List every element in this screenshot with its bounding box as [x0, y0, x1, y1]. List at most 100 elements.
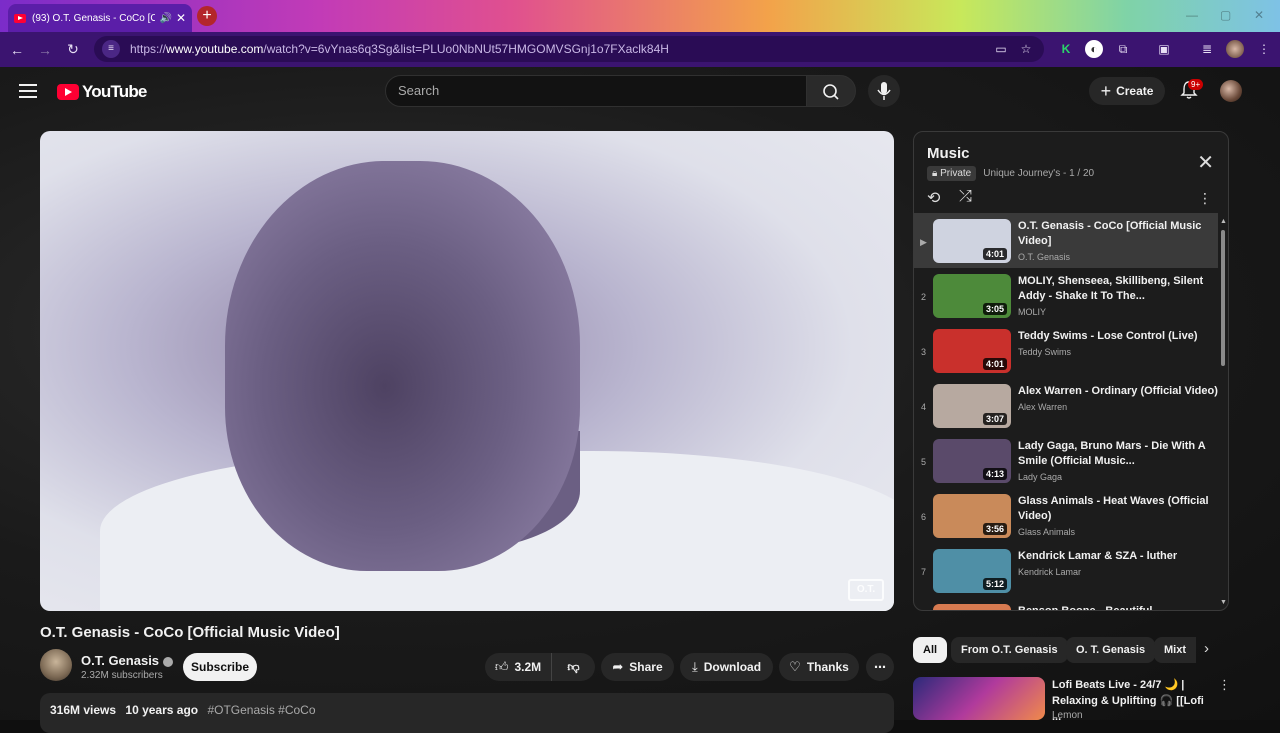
download-button[interactable]: ⤓ Download — [680, 653, 773, 681]
playlist-item[interactable]: Benson Boone - Beautiful — [914, 598, 1218, 610]
logo-text: YouTube — [82, 82, 147, 101]
channel-avatar[interactable] — [40, 649, 72, 681]
playlist-item[interactable]: 4 3:07 Alex Warren - Ordinary (Official Vi… — [914, 378, 1218, 433]
video-player[interactable]: O.T. — [40, 131, 894, 611]
description-box[interactable]: 316M views 10 years ago #OTGenasis #CoCo — [40, 693, 894, 733]
youtube-page: YouTube Search + Create 9+ O.T. O.T. Gen… — [0, 67, 1280, 733]
hamburger-menu-icon[interactable] — [19, 84, 37, 102]
tab-search-icon[interactable]: ▣ — [1155, 40, 1173, 58]
bookmark-star-icon[interactable]: ☆ — [1017, 40, 1035, 58]
recommended-thumbnail[interactable] — [913, 677, 1045, 720]
profile-avatar-icon[interactable] — [1226, 40, 1244, 58]
playlist-item-thumbnail[interactable]: 3:56 — [933, 494, 1011, 538]
media-controls-icon[interactable]: ≣ — [1198, 40, 1216, 58]
back-icon[interactable]: ← — [3, 42, 31, 58]
playlist-items: ▶ 4:01 O.T. Genasis - CoCo [Official Music… — [914, 213, 1218, 610]
search-button[interactable] — [806, 75, 856, 107]
loop-icon[interactable]: ⟲ — [927, 188, 940, 208]
playlist-item-thumbnail[interactable] — [933, 604, 1011, 610]
playlist-item-thumbnail[interactable]: 3:05 — [933, 274, 1011, 318]
playlist-item[interactable]: 5 4:13 Lady Gaga, Bruno Mars - Die With A … — [914, 433, 1218, 488]
shuffle-icon[interactable]: ⤮ — [959, 188, 972, 206]
channel-watermark[interactable]: O.T. — [848, 579, 884, 601]
chip-mix[interactable]: Mixt — [1154, 637, 1196, 663]
video-title: O.T. Genasis - CoCo [Official Music Vide… — [40, 624, 340, 641]
playlist-item-thumbnail[interactable]: 4:01 — [933, 329, 1011, 373]
chip-all[interactable]: All — [913, 637, 948, 663]
scroll-up-icon[interactable]: ▲ — [1220, 218, 1227, 225]
more-actions-button[interactable]: ⋯ — [866, 653, 894, 681]
voice-search-button[interactable] — [868, 75, 900, 107]
playlist-item-duration: 3:07 — [982, 413, 1007, 425]
close-playlist-icon[interactable]: ✕ — [1197, 150, 1214, 175]
close-tab-icon[interactable]: ✕ — [176, 11, 186, 25]
playlist-item-channel: Alex Warren — [1018, 402, 1068, 412]
playlist-item-index: 2 — [920, 292, 926, 302]
tab-title: (93) O.T. Genasis - CoCo [O — [32, 12, 156, 24]
new-tab-button[interactable]: + — [197, 6, 217, 26]
dislike-button[interactable]: 👎︎ — [552, 653, 595, 681]
scrollbar-thumb[interactable] — [1221, 230, 1225, 366]
recommended-channel[interactable]: Lemon — [1052, 710, 1083, 721]
playlist-item-title: MOLIY, Shenseea, Skillibeng, Silent Addy… — [1018, 275, 1204, 302]
playlist-item-title: Benson Boone - Beautiful — [1018, 604, 1218, 610]
search-input[interactable]: Search — [385, 75, 807, 107]
playlist-item-index: 4 — [920, 402, 926, 412]
share-icon: ➦ — [612, 659, 624, 674]
notification-count-badge: 9+ — [1188, 79, 1204, 90]
address-bar[interactable]: ≡ https://www.youtube.com/watch?v=6vYnas… — [94, 36, 1044, 62]
like-button[interactable]: 👍︎ 3.2M — [485, 653, 552, 681]
forward-icon[interactable]: → — [31, 42, 59, 58]
playlist-item-thumbnail[interactable]: 4:13 — [933, 439, 1011, 483]
extension-circle-icon[interactable]: ◐ — [1085, 40, 1103, 58]
browser-menu-icon[interactable]: ⋮ — [1255, 40, 1273, 58]
browser-tab[interactable]: (93) O.T. Genasis - CoCo [O 🔊 ✕ — [8, 4, 192, 32]
share-label: Share — [629, 660, 663, 674]
thanks-button[interactable]: ♡ Thanks — [779, 653, 859, 681]
playlist-scrollbar[interactable]: ▲ ▼ — [1220, 218, 1227, 606]
hashtags[interactable]: #OTGenasis #CoCo — [207, 703, 315, 717]
extension-k-icon[interactable]: K — [1057, 40, 1075, 58]
playlist-item-duration: 3:05 — [982, 303, 1007, 315]
playlist-more-icon[interactable]: ⋮ — [1198, 190, 1212, 207]
reload-icon[interactable]: ↻ — [59, 41, 87, 58]
site-info-icon[interactable]: ≡ — [102, 40, 120, 58]
chips-next-icon[interactable]: › — [1204, 640, 1209, 657]
url-prefix: https:// — [130, 42, 167, 56]
playlist-title[interactable]: Music — [927, 145, 970, 162]
plus-icon: + — [1100, 80, 1112, 101]
playlist-item-index: 6 — [920, 512, 926, 522]
extensions-puzzle-icon[interactable]: ⧉ — [1114, 40, 1132, 58]
channel-name[interactable]: O.T. Genasis — [81, 653, 174, 668]
playlist-item-thumbnail[interactable]: 3:07 — [933, 384, 1011, 428]
chip-from-channel[interactable]: From O.T. Genasis — [951, 637, 1068, 663]
share-button[interactable]: ➦ Share — [601, 653, 674, 681]
subscriber-count: 2.32M subscribers — [81, 670, 163, 681]
create-label: Create — [1116, 84, 1154, 98]
playlist-item[interactable]: 2 3:05 MOLIY, Shenseea, Skillibeng, Silent… — [914, 268, 1218, 323]
playlist-item-title: Glass Animals - Heat Waves (Official Vid… — [1018, 495, 1209, 522]
playlist-item-thumbnail[interactable]: 5:12 — [933, 549, 1011, 593]
playlist-panel: Music 🔒︎ Private Unique Journey's - 1 / … — [913, 131, 1229, 611]
maximize-icon[interactable]: ▢ — [1220, 8, 1231, 22]
playlist-item-thumbnail[interactable]: 4:01 — [933, 219, 1011, 263]
cast-icon[interactable]: ▭ — [992, 40, 1010, 58]
download-icon: ⤓ — [691, 659, 698, 674]
subscribe-button[interactable]: Subscribe — [183, 653, 257, 681]
playlist-item-channel: Teddy Swims — [1018, 347, 1072, 357]
speaker-icon[interactable]: 🔊 — [159, 13, 171, 24]
recommended-more-icon[interactable]: ⋮ — [1218, 677, 1231, 693]
close-window-icon[interactable]: ✕ — [1254, 8, 1264, 22]
playlist-item[interactable]: 3 4:01 Teddy Swims - Lose Control (Live) Te… — [914, 323, 1218, 378]
chip-channel[interactable]: O. T. Genasis — [1066, 637, 1156, 663]
minimize-icon[interactable]: — — [1186, 8, 1198, 22]
playlist-item[interactable]: 7 5:12 Kendrick Lamar & SZA - luther Kendri… — [914, 543, 1218, 598]
scroll-down-icon[interactable]: ▼ — [1220, 599, 1227, 606]
account-avatar[interactable] — [1220, 80, 1242, 102]
playlist-item-title: O.T. Genasis - CoCo [Official Music Vide… — [1018, 220, 1202, 247]
playlist-item[interactable]: 6 3:56 Glass Animals - Heat Waves (Officia… — [914, 488, 1218, 543]
create-button[interactable]: + Create — [1089, 77, 1165, 105]
playlist-owner[interactable]: Unique Journey's — [983, 168, 1060, 179]
playlist-item[interactable]: ▶ 4:01 O.T. Genasis - CoCo [Official Music… — [914, 213, 1218, 268]
youtube-logo[interactable]: YouTube — [57, 82, 147, 102]
